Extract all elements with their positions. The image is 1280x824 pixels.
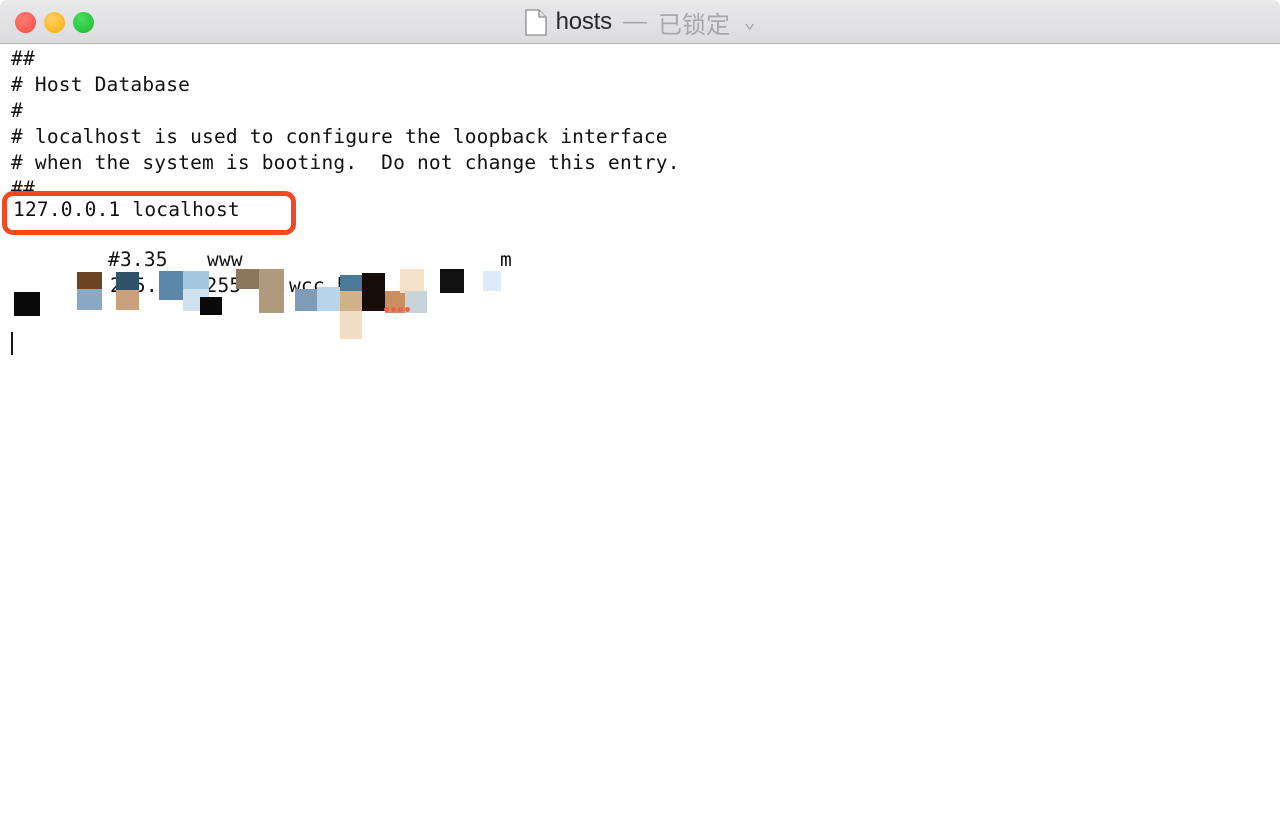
redacted-fragment: m: [500, 248, 512, 271]
close-button[interactable]: [15, 12, 36, 33]
redaction-block: [400, 269, 424, 293]
redaction-block: [77, 289, 102, 310]
redaction-block: [116, 272, 139, 290]
document-line: #: [11, 99, 23, 122]
redaction-block: [77, 272, 102, 289]
redaction-block: [159, 271, 183, 300]
redaction-block: [116, 290, 139, 310]
redaction-block: [14, 292, 40, 316]
document-text-area[interactable]: ## # Host Database # # localhost is used…: [0, 45, 1280, 824]
redaction-block: [317, 287, 341, 311]
lock-status-label: 已锁定: [657, 11, 730, 39]
highlighted-document-line: 127.0.0.1 localhost: [13, 198, 240, 221]
title-separator: —: [622, 8, 647, 35]
redaction-block: [295, 289, 317, 311]
window-controls: [15, 12, 94, 33]
redacted-fragment: #3.35: [108, 248, 168, 271]
text-edit-window: hosts — 已锁定 ⌄ ## # Host Database # # loc…: [0, 0, 1280, 824]
window-title: hosts: [555, 8, 613, 35]
text-cursor: [11, 332, 13, 355]
spellcheck-underline-dots: [384, 307, 410, 312]
redaction-block: [259, 269, 284, 313]
document-line: # when the system is booting. Do not cha…: [11, 151, 680, 174]
maximize-button[interactable]: [73, 12, 94, 33]
document-line: # Host Database: [11, 73, 191, 96]
document-line: # localhost is used to configure the loo…: [11, 125, 668, 148]
minimize-button[interactable]: [44, 12, 65, 33]
redaction-block: [200, 297, 222, 315]
redaction-block: [362, 273, 385, 311]
redaction-block: [440, 269, 464, 293]
document-icon: [524, 8, 547, 36]
document-line: ##: [11, 47, 35, 70]
window-title-group: hosts — 已锁定 ⌄: [0, 0, 1280, 44]
redacted-region: #3.35 www m 255.255.255 .wcc.hua host: [0, 225, 540, 365]
window-titlebar[interactable]: hosts — 已锁定 ⌄: [0, 0, 1280, 44]
redaction-block: [340, 311, 362, 339]
redaction-block: [483, 271, 501, 291]
chevron-down-icon[interactable]: ⌄: [744, 12, 755, 32]
